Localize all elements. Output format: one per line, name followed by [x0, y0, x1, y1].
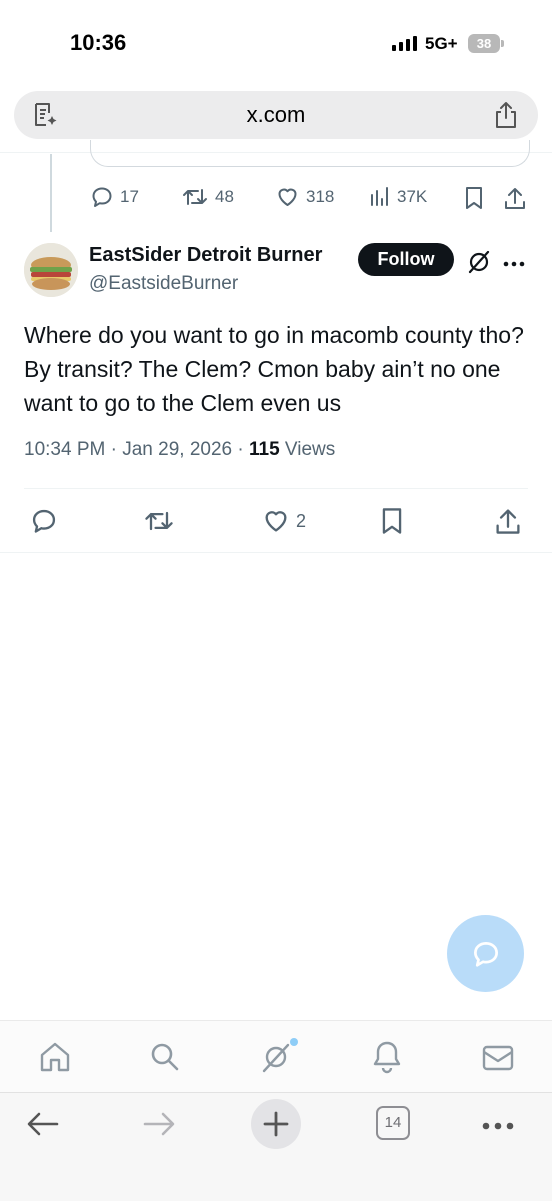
- repost-button[interactable]: [143, 507, 175, 540]
- bookmark-button[interactable]: [379, 506, 405, 541]
- reply-icon: [92, 187, 112, 207]
- prev-reply-count: 17: [120, 187, 139, 206]
- more-icon: [482, 1122, 514, 1130]
- prev-share-button[interactable]: [503, 185, 527, 216]
- bookmark-icon: [466, 187, 482, 209]
- share-button[interactable]: [494, 506, 522, 541]
- avatar[interactable]: [24, 243, 78, 297]
- prev-like-count: 318: [306, 187, 335, 206]
- network-type: 5G+: [425, 34, 458, 53]
- page-menu-icon[interactable]: [31, 101, 59, 134]
- bookmark-icon: [382, 508, 402, 534]
- notifications-icon: [373, 1041, 401, 1074]
- search-icon: [151, 1043, 179, 1071]
- thread-line: [50, 154, 52, 232]
- views-label: Views: [284, 439, 336, 460]
- prev-repost-button[interactable]: 48: [181, 185, 234, 209]
- messages-icon: [482, 1045, 514, 1071]
- quoted-tweet-card[interactable]: [90, 140, 530, 167]
- share-icon[interactable]: [492, 100, 520, 135]
- home-icon: [40, 1042, 70, 1072]
- nav-notifications[interactable]: [371, 1039, 403, 1080]
- more-icon[interactable]: [503, 255, 525, 273]
- heart-icon: [265, 511, 287, 532]
- display-name[interactable]: EastSider Detroit Burner: [89, 244, 322, 267]
- battery-icon: 38: [468, 34, 500, 53]
- status-time: 10:36: [70, 30, 127, 55]
- share-icon: [505, 188, 525, 209]
- follow-button[interactable]: Follow: [358, 243, 454, 276]
- nav-search[interactable]: [149, 1041, 181, 1078]
- handle[interactable]: @EastsideBurner: [89, 273, 238, 295]
- divider: [0, 552, 552, 553]
- tweet-text: Where do you want to go in macomb county…: [24, 322, 524, 416]
- heart-icon: [278, 188, 297, 206]
- plus-icon: [263, 1111, 289, 1137]
- nav-messages[interactable]: [481, 1043, 515, 1078]
- new-tab-button[interactable]: [251, 1099, 301, 1149]
- battery-tip: [501, 40, 504, 47]
- prev-reply-button[interactable]: 17: [90, 185, 139, 209]
- tweet-meta: 10:34 PM · Jan 29, 2026 · 115 Views: [24, 439, 336, 460]
- prev-repost-count: 48: [215, 187, 234, 206]
- reply-button[interactable]: [30, 507, 58, 540]
- share-icon: [496, 509, 520, 534]
- forward-button[interactable]: [142, 1110, 176, 1143]
- grok-icon[interactable]: [465, 248, 493, 281]
- prev-views-button[interactable]: 37K: [369, 185, 427, 209]
- repost-icon: [183, 189, 207, 205]
- repost-icon: [145, 511, 173, 531]
- like-count: 2: [296, 510, 307, 531]
- views-count: 115: [248, 439, 280, 460]
- prev-views-count: 37K: [397, 187, 428, 206]
- url-text[interactable]: x.com: [14, 91, 538, 139]
- more-menu-button[interactable]: [481, 1118, 515, 1136]
- compose-reply-button[interactable]: [447, 915, 524, 992]
- prev-like-button[interactable]: 318: [275, 185, 334, 209]
- bottom-nav: [0, 1020, 552, 1093]
- reply-icon: [32, 509, 56, 533]
- tweet-time[interactable]: 10:34 PM: [24, 439, 105, 460]
- back-button[interactable]: [26, 1110, 60, 1143]
- analytics-icon: [371, 187, 388, 206]
- signal-icon: [392, 36, 417, 51]
- address-bar[interactable]: x.com: [14, 91, 538, 139]
- reply-bubble-icon: [474, 942, 498, 967]
- like-button[interactable]: 2: [262, 507, 306, 535]
- divider: [24, 488, 528, 489]
- forward-icon: [143, 1112, 175, 1136]
- grok-icon: [262, 1038, 298, 1073]
- battery-level: 38: [476, 36, 492, 51]
- prev-bookmark-button[interactable]: [463, 185, 485, 216]
- back-icon: [27, 1112, 59, 1136]
- nav-grok[interactable]: [259, 1037, 299, 1080]
- tweet-date[interactable]: Jan 29, 2026: [122, 439, 232, 460]
- tabs-button[interactable]: 14: [376, 1106, 410, 1140]
- nav-home[interactable]: [38, 1041, 72, 1078]
